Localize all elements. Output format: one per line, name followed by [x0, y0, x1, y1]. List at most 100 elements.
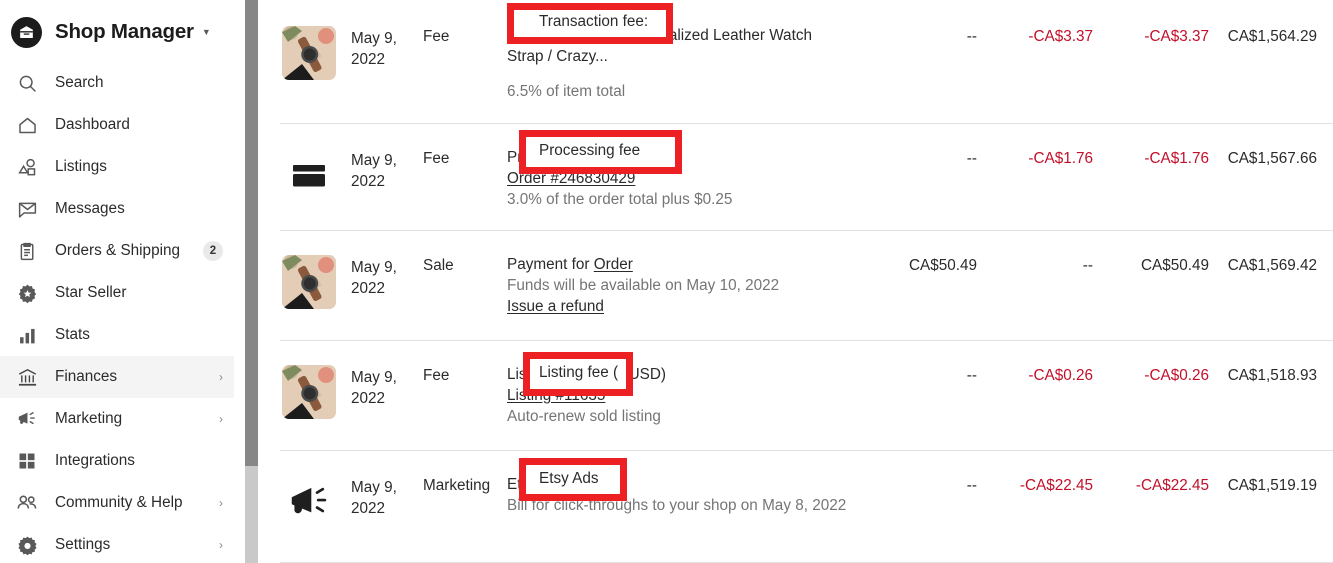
row-date: May 9, 2022	[351, 479, 397, 518]
row-total-amount: CA$50.49	[1140, 257, 1209, 274]
row-balance-amount: CA$1,564.29	[1227, 28, 1317, 45]
row-balance-amount: CA$1,567.66	[1227, 150, 1317, 167]
row-total-amount: -CA$22.45	[1135, 477, 1209, 494]
row-thumbnail[interactable]	[280, 475, 351, 529]
sidebar-item-stats[interactable]: Stats	[0, 314, 234, 356]
table-row[interactable]: May 9, 2022 Fee Transaction fee: Persona…	[280, 0, 1333, 124]
row-description: Etsy Ads Bill for click-throughs to your…	[507, 475, 873, 517]
clipboard-icon	[14, 238, 40, 264]
megaphone-icon	[282, 475, 336, 529]
gear-icon	[14, 532, 40, 558]
sidebar-item-search[interactable]: Search	[0, 62, 234, 104]
sidebar-item-label: Settings	[55, 536, 111, 553]
envelope-icon	[14, 196, 40, 222]
row-subtitle: 6.5% of item total	[507, 82, 626, 100]
chevron-right-icon: ›	[219, 412, 223, 426]
row-type: Marketing	[423, 477, 491, 494]
sidebar-item-label: Dashboard	[55, 116, 130, 133]
row-thumbnail[interactable]	[280, 255, 351, 309]
table-row[interactable]: May 9, 2022 Fee Listing fee ($0.20 USD) …	[280, 341, 1333, 451]
row-type: Fee	[423, 28, 450, 45]
scrollbar-thumb[interactable]	[245, 0, 258, 466]
row-thumbnail[interactable]	[280, 148, 351, 202]
sidebar-item-label: Integrations	[55, 452, 135, 469]
row-subtitle: 3.0% of the order total plus $0.25	[507, 190, 733, 208]
sidebar-item-label: Community & Help	[55, 494, 183, 511]
row-type: Sale	[423, 257, 454, 274]
etsy-shop-logo-icon	[11, 16, 42, 48]
bar-chart-icon	[14, 322, 40, 348]
row-total-amount: -CA$1.76	[1144, 150, 1209, 167]
row-subtitle: Bill for click-throughs to your shop on …	[507, 496, 847, 514]
page-scrollbar[interactable]	[234, 0, 280, 563]
listing-link[interactable]: Listing #11635	[507, 387, 605, 404]
sidebar-item-label: Search	[55, 74, 104, 91]
row-total-amount: -CA$3.37	[1144, 28, 1209, 45]
megaphone-icon	[14, 406, 40, 432]
row-fees-amount: -CA$22.45	[1019, 477, 1093, 494]
row-title-highlighted: Listing fee (	[507, 366, 587, 383]
row-date: May 9, 2022	[351, 369, 397, 408]
orders-badge-count: 2	[203, 241, 223, 261]
sidebar-item-messages[interactable]: Messages	[0, 188, 234, 230]
row-net-amount: --	[966, 367, 977, 384]
row-description: Transaction fee: Personalized Leather Wa…	[507, 26, 873, 102]
row-net-amount: --	[966, 477, 977, 494]
row-title-prefix: Payment for	[507, 256, 594, 273]
sidebar-item-label: Messages	[55, 200, 125, 217]
row-title-rest: $0.20 USD)	[586, 366, 666, 383]
transactions-table: May 9, 2022 Fee Transaction fee: Persona…	[280, 0, 1333, 563]
row-date: May 9, 2022	[351, 259, 397, 298]
row-description: Payment for Order Funds will be availabl…	[507, 255, 873, 317]
chevron-right-icon: ›	[219, 538, 223, 552]
watch-product-photo	[282, 255, 336, 309]
table-row[interactable]: May 9, 2022 Marketing Etsy Ads Bill for …	[280, 451, 1333, 563]
row-title: Payment for Order	[507, 255, 861, 276]
watch-product-photo	[282, 26, 336, 80]
grid-icon	[14, 448, 40, 474]
issue-refund-link[interactable]: Issue a refund	[507, 298, 604, 315]
row-balance-amount: CA$1,569.42	[1227, 257, 1317, 274]
order-link[interactable]: Order #246830429	[507, 170, 635, 187]
row-title: Processing fee	[507, 149, 609, 166]
sidebar-item-listings[interactable]: Listings	[0, 146, 234, 188]
chevron-down-icon[interactable]: ▼	[202, 27, 211, 37]
watch-product-photo	[282, 365, 336, 419]
row-net-amount: --	[966, 28, 977, 45]
search-icon	[14, 70, 40, 96]
sidebar-item-settings[interactable]: Settings ›	[0, 524, 234, 563]
sidebar-nav: Search Dashboard Listings Messages Order…	[0, 62, 234, 563]
row-type: Fee	[423, 367, 450, 384]
row-date: May 9, 2022	[351, 152, 397, 191]
sidebar-item-star-seller[interactable]: Star Seller	[0, 272, 234, 314]
sidebar-item-label: Orders & Shipping	[55, 242, 180, 259]
order-link[interactable]: Order	[594, 256, 633, 273]
sidebar-item-marketing[interactable]: Marketing ›	[0, 398, 234, 440]
sidebar-item-community-help[interactable]: Community & Help ›	[0, 482, 234, 524]
row-fees-amount: -CA$3.37	[1028, 28, 1093, 45]
sidebar-item-orders-shipping[interactable]: Orders & Shipping 2	[0, 230, 234, 272]
sidebar-item-finances[interactable]: Finances ›	[0, 356, 234, 398]
sidebar-item-label: Stats	[55, 326, 90, 343]
home-icon	[14, 112, 40, 138]
sidebar-item-dashboard[interactable]: Dashboard	[0, 104, 234, 146]
row-net-amount: CA$50.49	[908, 257, 977, 274]
chevron-right-icon: ›	[219, 370, 223, 384]
people-icon	[14, 490, 40, 516]
row-balance-amount: CA$1,518.93	[1227, 367, 1317, 384]
row-title[interactable]: Transaction fee: Personalized Leather Wa…	[507, 26, 861, 47]
row-thumbnail[interactable]	[280, 26, 351, 80]
table-row[interactable]: May 9, 2022 Sale Payment for Order Funds…	[280, 231, 1333, 341]
row-fees-amount: -CA$1.76	[1028, 150, 1093, 167]
sidebar-item-label: Finances	[55, 368, 118, 385]
row-fees-amount: --	[1082, 257, 1093, 274]
bank-icon	[14, 364, 40, 390]
row-thumbnail[interactable]	[280, 365, 351, 419]
table-row[interactable]: May 9, 2022 Fee Processing fee Order #24…	[280, 124, 1333, 231]
row-title: Etsy Ads	[507, 476, 567, 493]
row-net-amount: --	[966, 150, 977, 167]
shop-manager-title: Shop Manager	[55, 20, 194, 43]
shop-manager-brand[interactable]: Shop Manager ▼	[0, 6, 234, 58]
row-balance-amount: CA$1,519.19	[1227, 477, 1317, 494]
sidebar-item-integrations[interactable]: Integrations	[0, 440, 234, 482]
